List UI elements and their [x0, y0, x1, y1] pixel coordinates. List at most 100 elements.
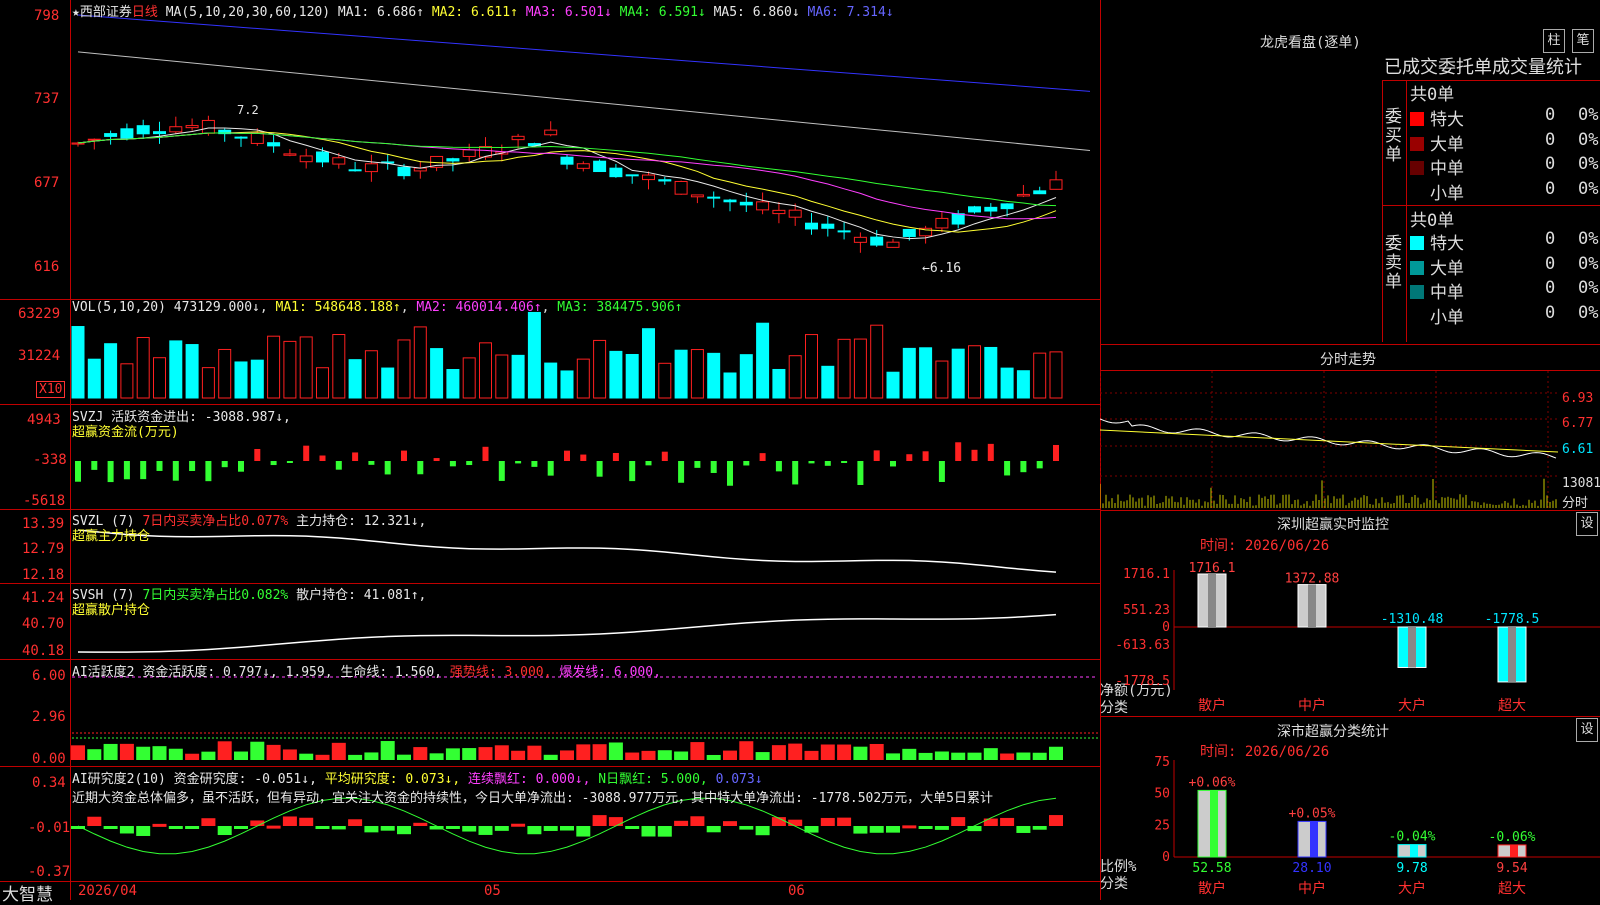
monitor-value-label: -1778.5: [1485, 612, 1540, 627]
research-bar: [951, 817, 966, 826]
order-row-1: 大单: [1410, 254, 1464, 279]
research-bar: [869, 826, 884, 833]
activity-bar: [902, 748, 917, 760]
ai1-tick: 2.96: [32, 709, 66, 725]
volume-bar: [332, 334, 346, 399]
candle-body: [658, 179, 672, 182]
volume-bar: [674, 349, 688, 399]
activity-bar: [886, 753, 900, 760]
candle-body: [984, 206, 998, 212]
volume-bar: [593, 339, 607, 399]
volume-bar: [316, 367, 329, 399]
candle-body: [642, 174, 655, 181]
activity-bar: [511, 750, 526, 760]
activity-bar: [1049, 746, 1063, 760]
main-holding-line: [77, 529, 1057, 573]
research-bar: [527, 826, 542, 835]
research-bar: [625, 826, 640, 830]
activity-bar: [543, 754, 558, 760]
volume-bar: [837, 338, 851, 399]
retail-holding-line: [77, 613, 1057, 653]
research-bar: [136, 826, 151, 836]
candle-body: [576, 163, 590, 169]
activity-bar: [625, 752, 640, 760]
order-label: 特大: [1430, 234, 1464, 254]
right-panel: 龙虎看盘(逐单) 柱 笔 已成交委托单成交量统计 委买单 委卖单 共0单 共0单…: [1100, 0, 1600, 900]
activity-bar: [657, 750, 672, 760]
fund-flow-bar: [824, 461, 831, 466]
research-bar: [282, 816, 297, 826]
classify-value-label: 52.58: [1192, 861, 1231, 876]
brand-logo[interactable]: 大智慧: [2, 880, 53, 905]
candle-body: [1033, 190, 1047, 195]
research-bar: [462, 826, 477, 832]
fund-flow-bar: [75, 461, 81, 482]
volume-bar: [381, 367, 395, 399]
activity-bar: [869, 743, 884, 760]
activity-bar: [462, 748, 477, 760]
volume-bar: [201, 367, 215, 399]
activity-bar: [71, 745, 85, 760]
volume-bar: [723, 372, 737, 399]
intraday-avg-line: [1100, 429, 1559, 453]
activity-bar: [136, 746, 151, 760]
classify-bar-shade: [1510, 844, 1518, 857]
volume-bar: [560, 370, 574, 399]
volume-bar: [756, 322, 770, 399]
monitor-tick: -1778.5: [1115, 674, 1170, 689]
price-header: ★西部证券日线 MA(5,10,20,30,60,120) MA1: 6.686…: [72, 1, 894, 20]
monitor-value-label: 1372.88: [1285, 572, 1340, 587]
ai2-e: 0.073↓: [715, 772, 763, 787]
svzj-tick: -338: [33, 452, 67, 468]
period-label[interactable]: 日线: [132, 5, 158, 20]
order-count: 0: [1545, 302, 1556, 323]
monitor-bar-shade: [1208, 574, 1216, 627]
legend-swatch: [1410, 310, 1424, 324]
activity-bar: [739, 741, 754, 760]
activity-bar: [1000, 753, 1015, 760]
svsh-tick: 40.70: [22, 616, 65, 632]
research-bar: [185, 826, 200, 829]
order-count: 0: [1545, 154, 1556, 174]
order-row-3: 小单: [1410, 303, 1464, 328]
research-bar: [266, 825, 281, 829]
volume-bar: [788, 355, 802, 399]
classify-tick: 0: [1162, 850, 1170, 865]
monitor-tick: -613.63: [1115, 638, 1170, 653]
fund-flow-bar: [873, 450, 880, 461]
volume-bar: [511, 354, 525, 399]
stock-name[interactable]: 西部证券: [80, 5, 132, 20]
research-bar: [543, 826, 558, 831]
classify-category: 超大: [1498, 881, 1526, 897]
volume-bar: [870, 324, 884, 399]
legend-swatch: [1410, 136, 1424, 151]
activity-bar: [413, 747, 428, 760]
ai1-c: 强势线: 3.000,: [449, 665, 552, 680]
fund-flow-bar: [759, 453, 766, 461]
research-bar: [641, 826, 656, 837]
fund-flow-bar: [629, 461, 636, 482]
fund-flow-bar: [1036, 461, 1043, 469]
research-bar: [168, 826, 183, 829]
volume-bar: [642, 328, 655, 399]
order-row-2: 中单: [1410, 154, 1464, 179]
candle-body: [136, 125, 150, 135]
candle-body: [348, 169, 362, 172]
svsh-pct: 7日内买卖净占比0.082%: [142, 588, 289, 603]
research-bar: [576, 826, 591, 837]
research-bar: [511, 823, 526, 827]
svzj-tick: -5618: [23, 493, 66, 509]
fund-flow-bar: [319, 455, 326, 461]
vol-unit-badge[interactable]: X10: [36, 381, 66, 398]
svzj-sub: 超赢资金流(万元): [72, 425, 179, 440]
order-count: 0: [1545, 229, 1556, 249]
star-icon[interactable]: ★: [72, 5, 80, 20]
order-label: 大单: [1430, 258, 1464, 279]
order-percent: 0%: [1578, 302, 1599, 323]
volume-bar: [348, 359, 362, 399]
research-bar: [380, 826, 395, 831]
activity-bar: [266, 744, 281, 760]
activity-bar: [771, 745, 786, 760]
ai2-c: 连续飘红: 0.000↓,: [468, 772, 591, 787]
svzl-sub: 超赢主力持仓: [72, 529, 151, 544]
